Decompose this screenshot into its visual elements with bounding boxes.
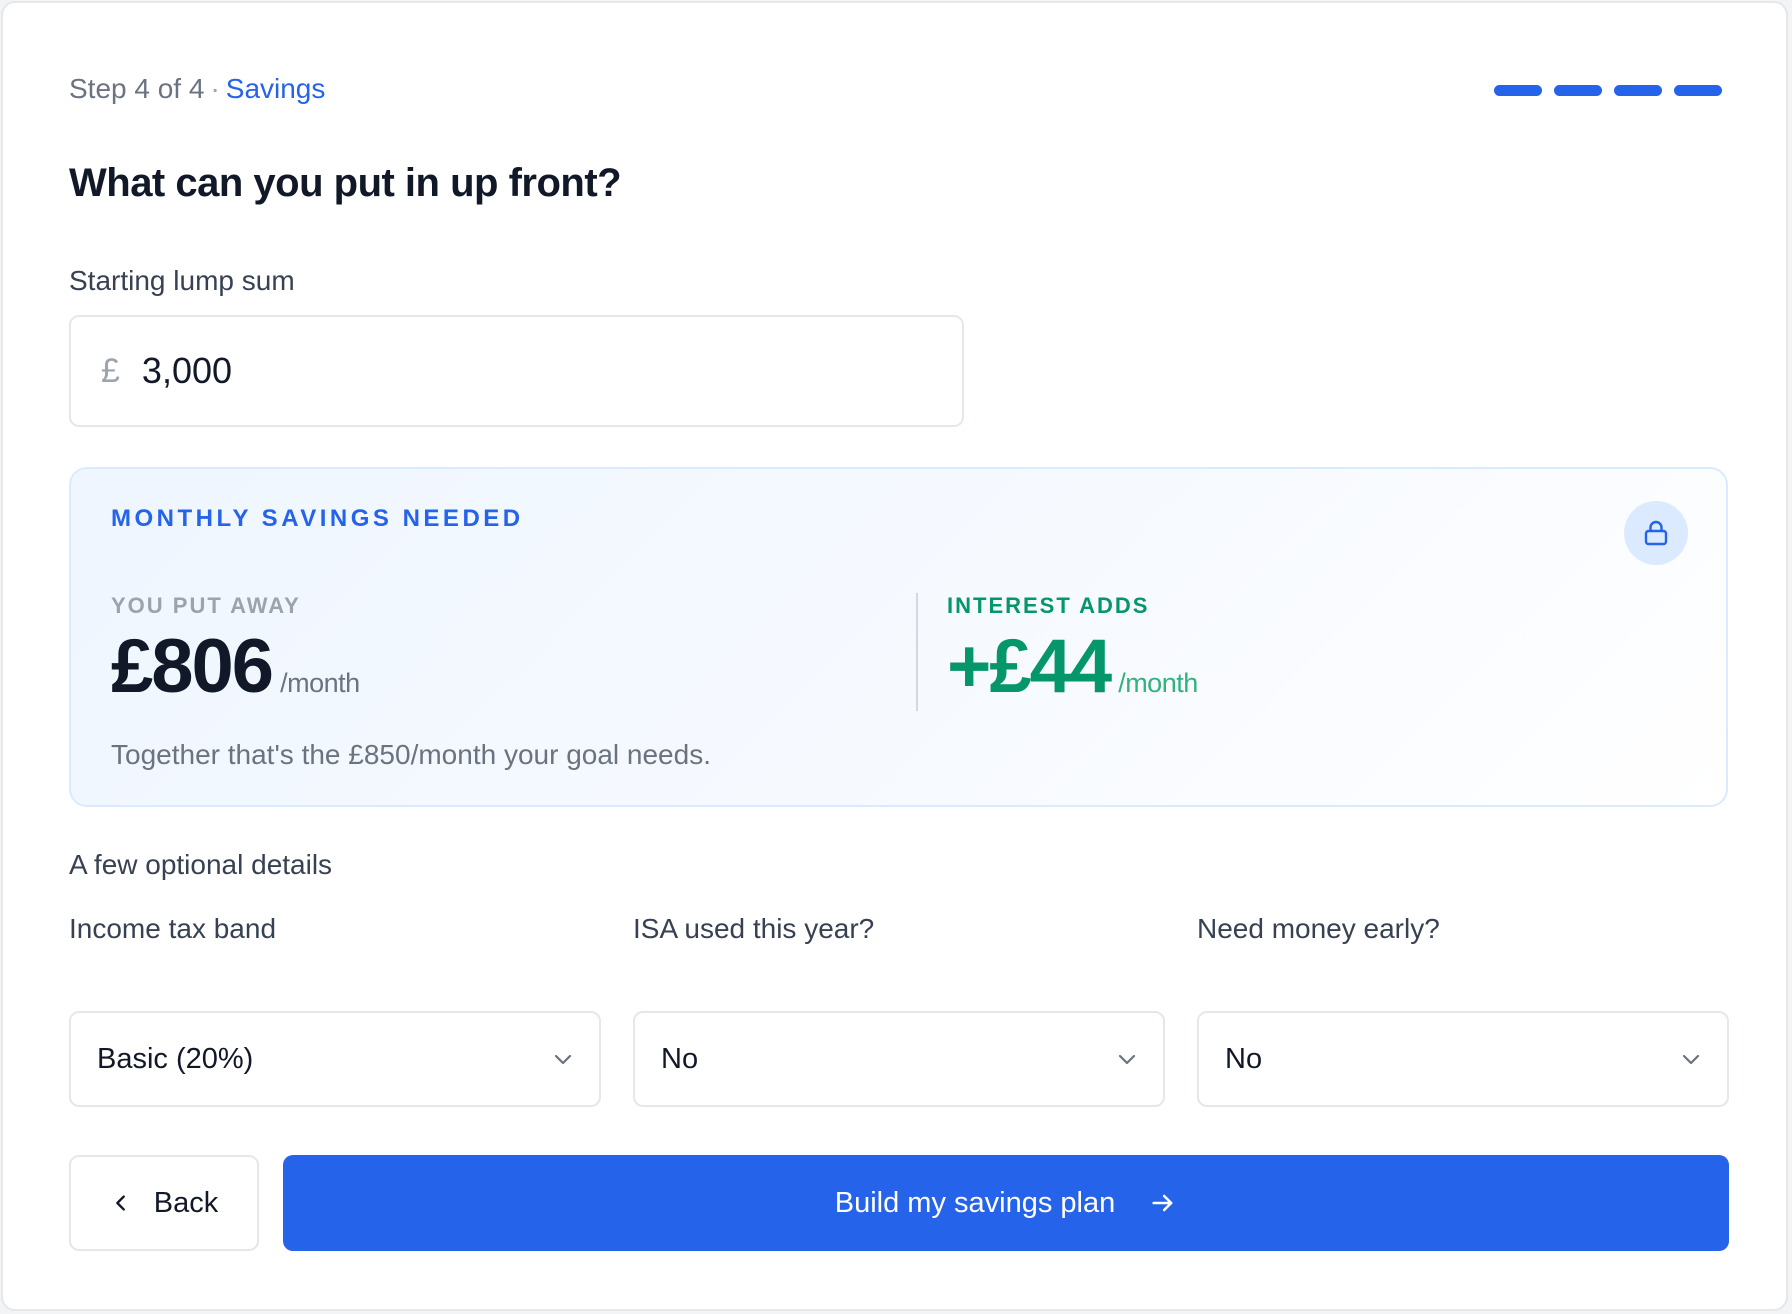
tax-band-group: Income tax band Basic (20%) [69,913,601,1107]
lock-badge[interactable] [1624,501,1688,565]
chevron-down-icon [1118,1054,1136,1065]
page-title: What can you put in up front? [69,161,622,205]
chevron-down-icon [554,1054,572,1065]
interest-adds-amount: +£44 [947,624,1112,709]
optional-details-heading: A few optional details [69,849,333,880]
step-separator: · [210,73,220,104]
monthly-savings-panel: MONTHLY SAVINGS NEEDED YOU PUT AWAY £806… [69,467,1728,807]
progress-segment-4 [1674,85,1722,96]
lump-sum-label: Starting lump sum [69,265,295,296]
isa-used-label: ISA used this year? [633,913,875,944]
panel-divider [916,593,918,711]
build-savings-plan-label: Build my savings plan [834,1186,1116,1219]
interest-adds-column: INTEREST ADDS +£44 /month [947,593,1198,705]
you-put-away-label: YOU PUT AWAY [111,593,301,618]
isa-used-select[interactable]: No [633,1011,1165,1107]
panel-note: Together that's the £850/month your goal… [111,739,711,770]
you-put-away-amount: £806 [111,624,274,709]
chevron-left-icon [115,1195,125,1211]
progress-segment-2 [1554,85,1602,96]
savings-step-card: Step 4 of 4 · Savings What can you put in … [1,1,1788,1311]
need-money-early-select[interactable]: No [1197,1011,1729,1107]
arrow-right-icon [1152,1194,1173,1212]
progress-bar [1494,85,1722,96]
currency-symbol: £ [101,351,120,390]
build-savings-plan-button[interactable]: Build my savings plan [283,1155,1729,1251]
isa-used-value: No [661,1042,699,1075]
progress-segment-3 [1614,85,1662,96]
panel-heading: MONTHLY SAVINGS NEEDED [111,505,524,532]
back-button-label: Back [153,1186,219,1219]
interest-adds-label: INTEREST ADDS [947,593,1150,618]
isa-used-group: ISA used this year? No [633,913,1165,1107]
need-money-early-value: No [1225,1042,1263,1075]
interest-adds-unit: /month [1118,668,1198,698]
tax-band-select[interactable]: Basic (20%) [69,1011,601,1107]
chevron-down-icon [1682,1054,1700,1065]
step-counter: Step 4 of 4 [69,73,205,104]
you-put-away-column: YOU PUT AWAY £806 /month [111,593,360,705]
need-money-early-label: Need money early? [1197,913,1440,944]
step-indicator: Step 4 of 4 · Savings [69,73,325,105]
lump-sum-input[interactable] [139,349,744,393]
tax-band-value: Basic (20%) [97,1042,254,1075]
lock-icon [1644,520,1668,546]
progress-segment-1 [1494,85,1542,96]
back-button[interactable]: Back [69,1155,259,1251]
you-put-away-unit: /month [280,668,360,698]
lump-sum-field[interactable]: £ [69,315,964,427]
step-name: Savings [225,73,326,104]
need-money-early-group: Need money early? No [1197,913,1729,1107]
tax-band-label: Income tax band [69,913,277,944]
